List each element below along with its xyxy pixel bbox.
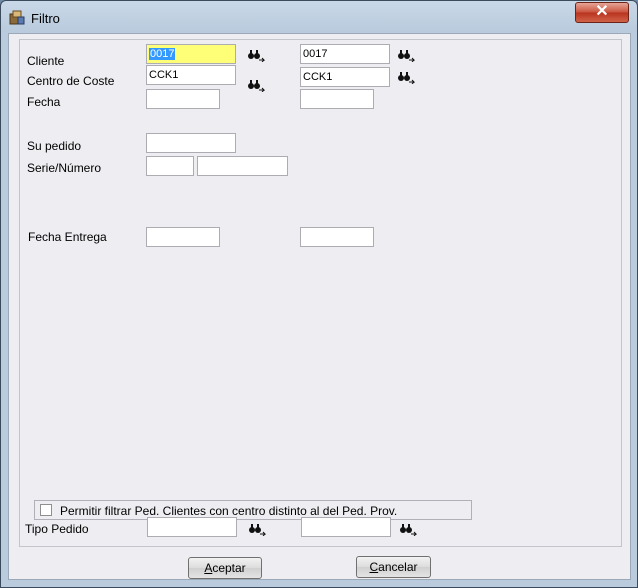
cancel-button-mnemonic: C bbox=[369, 560, 379, 574]
serie-label: Serie/Número bbox=[27, 161, 102, 175]
tipo-pedido-to-field[interactable] bbox=[301, 517, 391, 537]
centro-from-search-icon[interactable] bbox=[247, 78, 265, 92]
fecha-label: Fecha bbox=[27, 95, 61, 109]
cliente-from-field[interactable]: 0017 bbox=[146, 44, 236, 64]
filter-dialog: Filtro ✕ Cliente 0017 0017 Centro de Cos… bbox=[0, 0, 638, 588]
cliente-from-value: 0017 bbox=[149, 48, 176, 60]
permitir-filtrar-checkbox[interactable] bbox=[40, 504, 52, 516]
fecha-entrega-from-field[interactable] bbox=[146, 227, 220, 247]
centro-from-value: CCK1 bbox=[149, 69, 179, 81]
fecha-to-field[interactable] bbox=[300, 89, 374, 109]
tipo-pedido-from-search-icon[interactable] bbox=[248, 522, 266, 536]
su-pedido-field[interactable] bbox=[146, 133, 236, 153]
numero-field[interactable] bbox=[197, 156, 288, 176]
filter-panel: Cliente 0017 0017 Centro de Coste CCK1 C… bbox=[19, 39, 622, 547]
centro-from-field[interactable]: CCK1 bbox=[146, 65, 236, 85]
tipo-pedido-from-field[interactable] bbox=[147, 517, 237, 537]
accept-button[interactable]: Aceptar bbox=[188, 557, 262, 579]
tipo-pedido-label: Tipo Pedido bbox=[25, 522, 89, 536]
title-bar: Filtro ✕ bbox=[1, 1, 637, 31]
centro-to-value: CCK1 bbox=[303, 71, 333, 83]
close-icon: ✕ bbox=[595, 3, 609, 20]
fecha-entrega-label: Fecha Entrega bbox=[28, 230, 107, 244]
close-button[interactable]: ✕ bbox=[575, 2, 629, 23]
cliente-to-value: 0017 bbox=[303, 48, 328, 60]
centro-to-search-icon[interactable] bbox=[397, 70, 415, 84]
filter-app-icon bbox=[9, 10, 25, 25]
cliente-from-search-icon[interactable] bbox=[247, 48, 265, 62]
permitir-filtrar-label: Permitir filtrar Ped. Clientes con centr… bbox=[60, 504, 398, 518]
cancel-button-label: ancelar bbox=[378, 560, 418, 574]
tipo-pedido-to-search-icon[interactable] bbox=[399, 522, 417, 536]
window-title: Filtro bbox=[31, 11, 60, 26]
centro-label: Centro de Coste bbox=[27, 74, 115, 88]
cancel-button[interactable]: Cancelar bbox=[356, 556, 431, 578]
centro-to-field[interactable]: CCK1 bbox=[300, 67, 390, 87]
cliente-to-field[interactable]: 0017 bbox=[300, 44, 390, 64]
cliente-label: Cliente bbox=[27, 54, 65, 68]
permitir-filtrar-row: Permitir filtrar Ped. Clientes con centr… bbox=[34, 500, 472, 520]
serie-field[interactable] bbox=[146, 156, 194, 176]
fecha-from-field[interactable] bbox=[146, 89, 220, 109]
fecha-entrega-to-field[interactable] bbox=[300, 227, 374, 247]
cliente-to-search-icon[interactable] bbox=[397, 48, 415, 62]
accept-button-label: ceptar bbox=[212, 561, 246, 575]
su-pedido-label: Su pedido bbox=[27, 139, 82, 153]
dialog-body: Cliente 0017 0017 Centro de Coste CCK1 C… bbox=[8, 33, 631, 580]
